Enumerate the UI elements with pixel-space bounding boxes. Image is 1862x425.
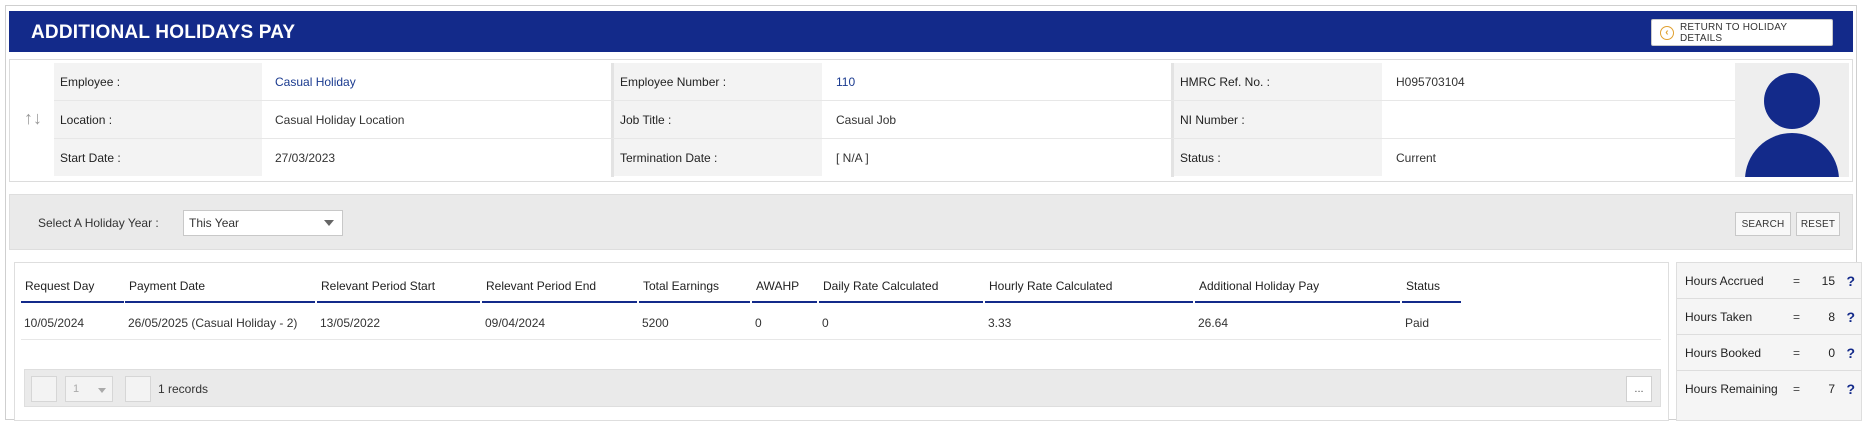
- summary-row-remaining: Hours Remaining = 7 ?: [1677, 371, 1862, 407]
- cell-daily-rate: 0: [822, 316, 829, 330]
- help-icon[interactable]: ?: [1846, 273, 1855, 289]
- hmrc-ref-label: HMRC Ref. No. :: [1174, 63, 1382, 100]
- info-row: Start Date : 27/03/2023 Termination Date…: [54, 139, 1739, 177]
- cell-payment-date: 26/05/2025 (Casual Holiday - 2): [128, 316, 298, 330]
- summary-value: 7: [1828, 382, 1835, 396]
- column-header-request-day[interactable]: Request Day: [21, 271, 124, 303]
- ni-number-label: NI Number :: [1174, 101, 1382, 138]
- status-value: Current: [1396, 150, 1437, 165]
- help-icon[interactable]: ?: [1846, 309, 1855, 325]
- start-date-value: 27/03/2023: [275, 150, 336, 165]
- summary-row-accrued: Hours Accrued = 15 ?: [1677, 263, 1862, 299]
- summary-value: 8: [1828, 310, 1835, 324]
- ni-number-value: [1389, 101, 1729, 138]
- user-silhouette-body: [1745, 133, 1839, 177]
- cell-status: Paid: [1405, 316, 1430, 330]
- cell-request-day: 10/05/2024: [24, 316, 85, 330]
- summary-row-taken: Hours Taken = 8 ?: [1677, 299, 1862, 335]
- summary-equals: =: [1793, 274, 1801, 288]
- holiday-year-label: Select A Holiday Year :: [38, 216, 159, 230]
- column-header-total-earnings[interactable]: Total Earnings: [639, 271, 750, 303]
- employee-info-panel: ↑↓ Employee : Casual Holiday Employee Nu…: [9, 59, 1853, 182]
- cell-hourly-rate: 3.33: [988, 316, 1012, 330]
- previous-page-button[interactable]: [31, 376, 57, 402]
- employee-name-link[interactable]: Casual Holiday: [268, 63, 608, 100]
- column-header-period-start[interactable]: Relevant Period Start: [317, 271, 480, 303]
- summary-label: Hours Booked: [1685, 346, 1762, 360]
- help-icon[interactable]: ?: [1846, 381, 1855, 397]
- chevron-down-icon: [324, 220, 334, 226]
- column-header-period-end[interactable]: Relevant Period End: [482, 271, 637, 303]
- info-row: Employee : Casual Holiday Employee Numbe…: [54, 63, 1739, 101]
- summary-label: Hours Taken: [1685, 310, 1753, 324]
- return-to-holiday-details-button[interactable]: ‹ RETURN TO HOLIDAY DETAILS: [1651, 19, 1833, 46]
- column-header-hourly-rate[interactable]: Hourly Rate Calculated: [985, 271, 1193, 303]
- table-row[interactable]: 10/05/2024 26/05/2025 (Casual Holiday - …: [21, 306, 1661, 340]
- cell-total-earnings: 5200: [642, 316, 669, 330]
- hmrc-ref-value: H095703104: [1396, 74, 1465, 89]
- termination-date-value: [ N/A ]: [836, 150, 869, 165]
- summary-row-booked: Hours Booked = 0 ?: [1677, 335, 1862, 371]
- cell-awahp: 0: [755, 316, 762, 330]
- filter-bar: Select A Holiday Year : This Year SEARCH…: [9, 194, 1853, 250]
- summary-equals: =: [1793, 310, 1801, 324]
- swap-vertical-icon[interactable]: ↑↓: [24, 108, 42, 129]
- cell-period-end: 09/04/2024: [485, 316, 546, 330]
- job-title-label: Job Title :: [614, 101, 822, 138]
- return-button-label: RETURN TO HOLIDAY DETAILS: [1679, 21, 1788, 44]
- records-count: 1 records: [158, 382, 209, 396]
- page-frame: ADDITIONAL HOLIDAYS PAY ‹ RETURN TO HOLI…: [5, 5, 1862, 421]
- chevron-down-icon: [98, 388, 106, 393]
- help-icon[interactable]: ?: [1846, 345, 1855, 361]
- location-value: Casual Holiday Location: [275, 112, 405, 127]
- search-button[interactable]: SEARCH: [1735, 212, 1791, 236]
- page-title: ADDITIONAL HOLIDAYS PAY: [31, 22, 296, 43]
- column-header-awahp[interactable]: AWAHP: [752, 271, 817, 303]
- next-page-button[interactable]: [125, 376, 151, 402]
- status-label: Status :: [1174, 139, 1382, 176]
- holiday-year-selected: This Year: [189, 216, 240, 230]
- holiday-pay-table-panel: Request Day Payment Date Relevant Period…: [14, 262, 1669, 421]
- summary-value: 15: [1821, 274, 1835, 288]
- reset-button[interactable]: RESET: [1796, 212, 1840, 236]
- termination-date-label: Termination Date :: [614, 139, 822, 176]
- column-header-payment-date[interactable]: Payment Date: [125, 271, 315, 303]
- employee-info-grid: Employee : Casual Holiday Employee Numbe…: [54, 63, 1739, 177]
- column-header-additional-pay[interactable]: Additional Holiday Pay: [1195, 271, 1400, 303]
- summary-label: Hours Remaining: [1685, 382, 1778, 396]
- start-date-label: Start Date :: [54, 139, 262, 176]
- column-header-daily-rate[interactable]: Daily Rate Calculated: [819, 271, 983, 303]
- chevron-left-circle-icon: ‹: [1660, 25, 1674, 40]
- employee-number-label: Employee Number :: [614, 63, 822, 100]
- table-header: Request Day Payment Date Relevant Period…: [21, 271, 1661, 303]
- job-title-value: Casual Job: [836, 112, 897, 127]
- employee-label: Employee :: [54, 63, 262, 100]
- info-row: Location : Casual Holiday Location Job T…: [54, 101, 1739, 139]
- summary-value: 0: [1828, 346, 1835, 360]
- cell-period-start: 13/05/2022: [320, 316, 381, 330]
- avatar: [1735, 63, 1849, 177]
- column-header-status[interactable]: Status: [1402, 271, 1461, 303]
- holiday-year-select[interactable]: This Year: [183, 210, 343, 236]
- page-header: ADDITIONAL HOLIDAYS PAY ‹ RETURN TO HOLI…: [9, 11, 1853, 52]
- more-options-button[interactable]: ...: [1626, 376, 1652, 402]
- pagination-bar: 1 1 records ...: [24, 369, 1661, 407]
- summary-equals: =: [1793, 346, 1801, 360]
- cell-additional-pay: 26.64: [1198, 316, 1229, 330]
- user-silhouette-icon: [1764, 73, 1820, 129]
- hours-summary-panel: Hours Accrued = 15 ? Hours Taken = 8 ? H…: [1676, 262, 1862, 421]
- summary-equals: =: [1793, 382, 1801, 396]
- page-select[interactable]: 1: [65, 376, 113, 402]
- location-label: Location :: [54, 101, 262, 138]
- summary-label: Hours Accrued: [1685, 274, 1764, 288]
- employee-number-link[interactable]: 110: [829, 63, 1169, 100]
- page-number: 1: [73, 383, 80, 395]
